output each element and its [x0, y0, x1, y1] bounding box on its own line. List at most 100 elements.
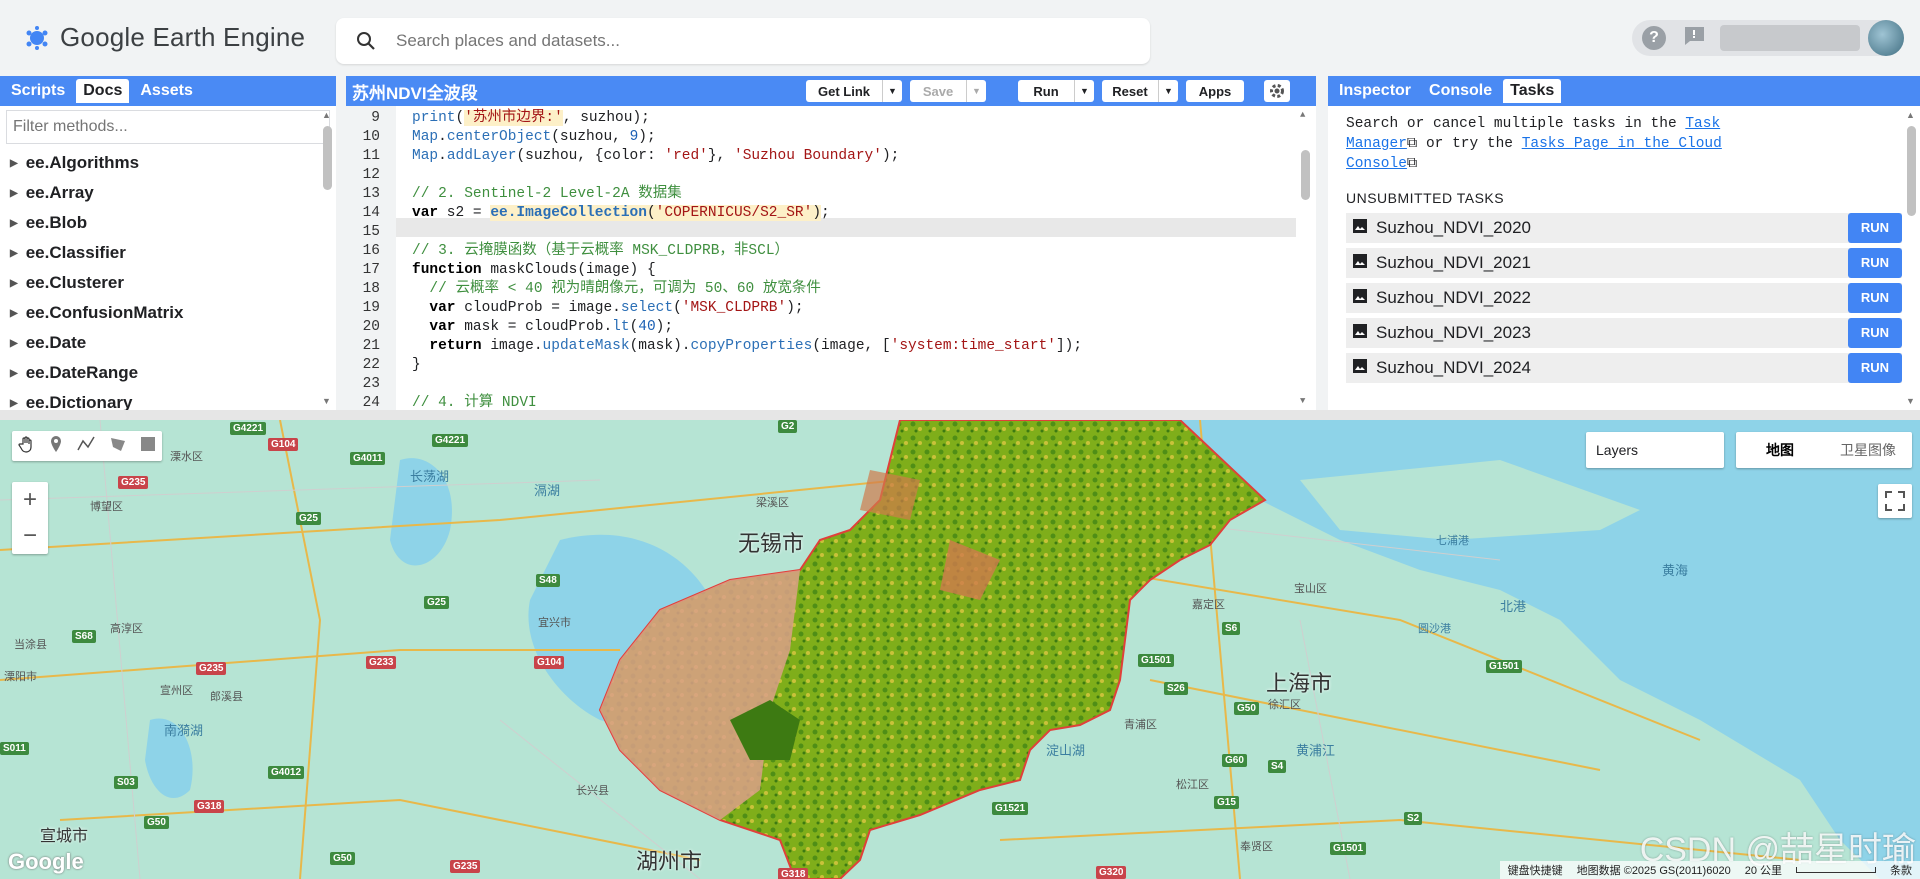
apps-button[interactable]: Apps [1186, 80, 1244, 102]
tab-tasks[interactable]: Tasks [1503, 79, 1562, 103]
task-run-button[interactable]: RUN [1848, 248, 1902, 278]
docs-item[interactable]: ▶ ee.ConfusionMatrix [10, 298, 336, 328]
help-icon[interactable]: ? [1642, 26, 1666, 50]
docs-item[interactable]: ▶ ee.Clusterer [10, 268, 336, 298]
settings-gear-icon[interactable] [1264, 80, 1290, 102]
scroll-thumb[interactable] [1301, 150, 1310, 200]
app-logo[interactable]: Google Earth Engine [24, 22, 305, 53]
scroll-down-icon[interactable]: ▼ [1906, 396, 1915, 406]
editor-scrollbar[interactable]: ▲ ▼ [1300, 110, 1310, 406]
reset-button[interactable]: Reset ▼ [1102, 80, 1178, 102]
fullscreen-icon[interactable] [1878, 484, 1912, 518]
road-shield: G233 [366, 656, 397, 669]
scroll-down-icon[interactable]: ▼ [1300, 396, 1305, 406]
map-type-map[interactable]: 地图 [1736, 432, 1824, 468]
zoom-out-button[interactable]: − [12, 518, 48, 554]
scroll-thumb[interactable] [323, 126, 332, 190]
docs-item[interactable]: ▶ ee.DateRange [10, 358, 336, 388]
road-shield: G1501 [1330, 842, 1367, 855]
line-number: 21 [362, 338, 380, 354]
road-shield: G4221 [432, 434, 469, 447]
line-number: 11 [362, 148, 380, 164]
road-shield: S011 [0, 742, 29, 755]
task-name: Suzhou_NDVI_2023 [1376, 323, 1532, 342]
expand-triangle-icon: ▶ [10, 157, 18, 169]
road-shield: G318 [194, 800, 225, 813]
drawing-tools [12, 431, 162, 461]
district-label: 郎溪县 [210, 691, 243, 703]
dropdown-arrow-icon[interactable]: ▼ [1158, 80, 1178, 102]
docs-item[interactable]: ▶ ee.Classifier [10, 238, 336, 268]
road-shield: G1501 [1486, 660, 1523, 673]
scroll-up-icon[interactable]: ▲ [1906, 110, 1915, 120]
docs-item[interactable]: ▶ ee.Blob [10, 208, 336, 238]
scroll-down-icon[interactable]: ▼ [322, 396, 331, 406]
search-box[interactable] [336, 18, 1150, 64]
filter-methods-input[interactable] [13, 118, 293, 136]
search-input[interactable] [396, 31, 1096, 51]
line-number: 15 [362, 224, 380, 240]
image-icon [1352, 288, 1368, 309]
polygon-tool-icon[interactable] [109, 435, 127, 458]
point-marker-icon[interactable] [49, 435, 63, 458]
dropdown-arrow-icon[interactable]: ▼ [882, 80, 902, 102]
dropdown-arrow-icon[interactable]: ▼ [1074, 80, 1094, 102]
right-splitter[interactable] [1316, 76, 1326, 410]
tab-docs[interactable]: Docs [76, 79, 130, 103]
dropdown-arrow-icon[interactable]: ▼ [966, 80, 986, 102]
scroll-up-icon[interactable]: ▲ [322, 110, 331, 120]
map-view[interactable]: 无锡市 上海市 湖州市 宣城市 溧水区 博望区 溧阳市 梁溪区 宜兴市 宝山区 … [0, 420, 1920, 879]
keyboard-shortcuts-link[interactable]: 键盘快捷键 [1508, 862, 1563, 878]
task-row: Suzhou_NDVI_2020 RUN [1346, 213, 1902, 243]
external-link-icon: ⧉ [1406, 136, 1418, 152]
task-run-button[interactable]: RUN [1848, 318, 1902, 348]
zoom-in-button[interactable]: + [12, 482, 48, 518]
task-run-button[interactable]: RUN [1848, 283, 1902, 313]
save-button[interactable]: Save ▼ [910, 80, 986, 102]
road-shield: G50 [144, 816, 169, 829]
map-splitter[interactable] [0, 410, 1920, 420]
get-link-button[interactable]: Get Link ▼ [806, 80, 902, 102]
road-shield: G50 [1234, 702, 1259, 715]
task-row: Suzhou_NDVI_2021 RUN [1346, 248, 1902, 278]
docs-item[interactable]: ▶ ee.Array [10, 178, 336, 208]
avatar[interactable] [1868, 20, 1904, 56]
task-run-button[interactable]: RUN [1848, 353, 1902, 383]
tab-scripts[interactable]: Scripts [4, 79, 72, 103]
map-type-satellite[interactable]: 卫星图像 [1824, 432, 1912, 468]
docs-scrollbar[interactable]: ▲ ▼ [322, 110, 332, 406]
left-splitter[interactable] [336, 76, 346, 410]
run-label: Run [1033, 83, 1059, 99]
code-area[interactable]: 9 10 11 12 13 14 15 16 17 18 19 20 21 22… [346, 106, 1316, 410]
tab-console[interactable]: Console [1422, 79, 1499, 103]
road-shield: G104 [534, 656, 565, 669]
road-shield: S03 [114, 776, 138, 789]
line-tool-icon[interactable] [76, 435, 96, 458]
terms-link[interactable]: 条款 [1890, 862, 1912, 878]
docs-item-label: ee.DateRange [25, 363, 139, 382]
tab-assets[interactable]: Assets [133, 79, 199, 103]
scroll-thumb[interactable] [1907, 126, 1916, 216]
tasks-scrollbar[interactable]: ▲ ▼ [1906, 110, 1916, 406]
tab-inspector[interactable]: Inspector [1332, 79, 1418, 103]
city-label: 宣城市 [40, 828, 89, 845]
tasks-intro: Search or cancel multiple tasks in the T… [1346, 114, 1766, 174]
road-shield: S48 [536, 574, 560, 587]
account-name[interactable] [1720, 25, 1860, 51]
task-row: Suzhou_NDVI_2024 RUN [1346, 353, 1902, 383]
scroll-up-icon[interactable]: ▲ [1300, 110, 1305, 120]
code-line: Map.centerObject(suzhou, 9); [412, 129, 656, 145]
rectangle-tool-icon[interactable] [140, 436, 156, 457]
pan-hand-icon[interactable] [18, 435, 36, 458]
expand-triangle-icon: ▶ [10, 397, 18, 409]
district-label: 梁溪区 [756, 497, 789, 509]
task-run-button[interactable]: RUN [1848, 213, 1902, 243]
run-button[interactable]: Run ▼ [1018, 80, 1094, 102]
district-label: 青浦区 [1124, 719, 1157, 731]
layers-button[interactable]: Layers [1586, 432, 1724, 468]
get-link-label: Get Link [817, 83, 870, 99]
docs-item[interactable]: ▶ ee.Date [10, 328, 336, 358]
docs-item-label: ee.Array [25, 183, 94, 202]
docs-item[interactable]: ▶ ee.Algorithms [10, 148, 336, 178]
feedback-icon[interactable] [1682, 25, 1706, 52]
